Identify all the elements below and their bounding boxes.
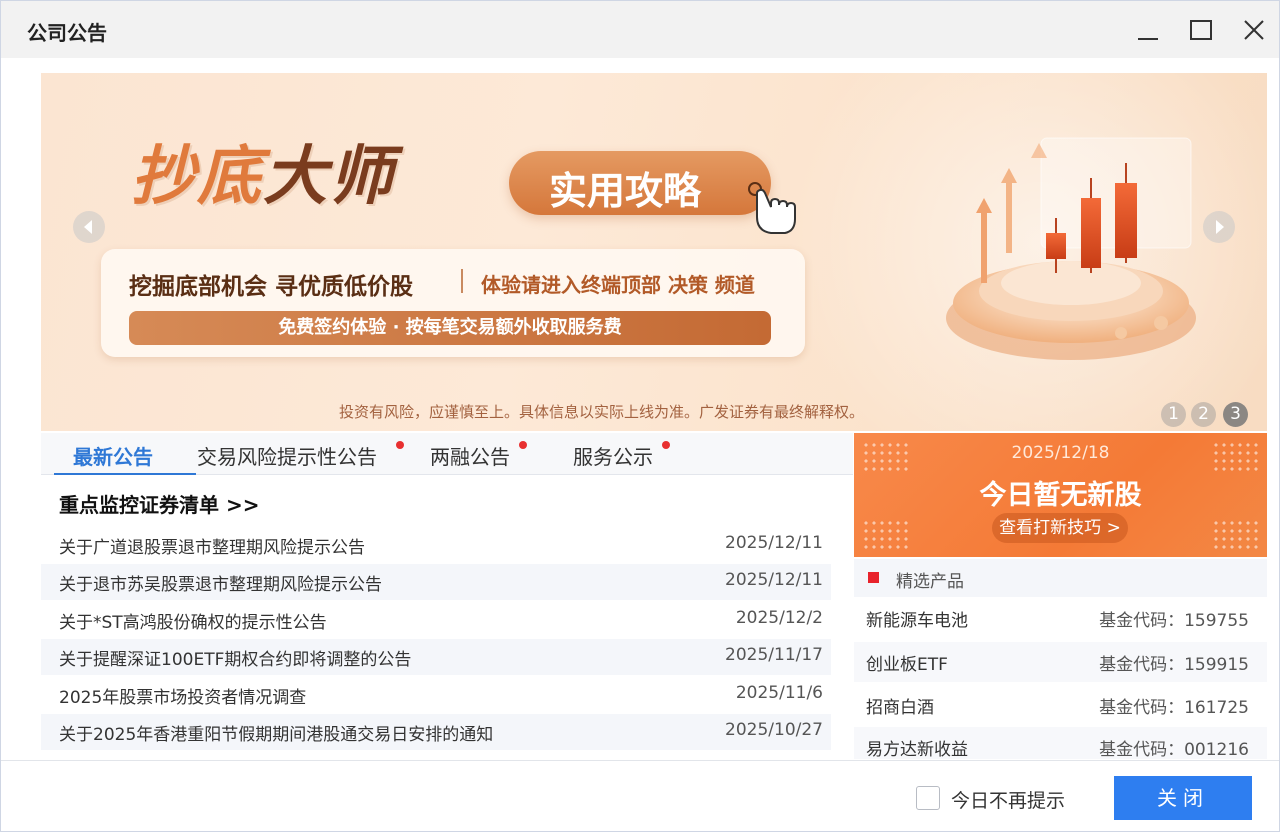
- products-header-label: 精选产品: [896, 572, 964, 592]
- red-square-icon: [868, 572, 879, 583]
- title-bar: 公司公告: [1, 1, 1279, 58]
- maximize-button[interactable]: [1183, 13, 1219, 47]
- product-name: 易方达新收益: [866, 740, 968, 759]
- key-monitor-list-link[interactable]: 重点监控证券清单 >>: [59, 489, 259, 518]
- product-name: 创业板ETF: [866, 655, 948, 675]
- notice-title: 关于退市苏吴股票退市整理期风险提示公告: [59, 575, 382, 595]
- product-name: 新能源车电池: [866, 611, 968, 631]
- notice-row[interactable]: 关于退市苏吴股票退市整理期风险提示公告 2025/12/11: [41, 564, 831, 600]
- unread-dot: [396, 441, 404, 449]
- notice-title: 关于广道退股票退市整理期风险提示公告: [59, 538, 365, 558]
- promo-banner[interactable]: 抄底大师 实用攻略 挖掘底部机会 寻优质低价股 体验请进入终端顶部 决策 频道 …: [41, 73, 1267, 431]
- product-code: 基金代码：001216: [1099, 740, 1249, 759]
- notice-title: 2025年股票市场投资者情况调查: [59, 688, 307, 708]
- product-code: 基金代码：159915: [1099, 655, 1249, 675]
- product-item[interactable]: 易方达新收益 基金代码：001216: [854, 727, 1267, 759]
- notice-row[interactable]: 关于广道退股票退市整理期风险提示公告 2025/12/11: [41, 527, 831, 563]
- notice-date: 2025/11/6: [735, 683, 823, 703]
- product-item[interactable]: 新能源车电池 基金代码：159755: [854, 598, 1267, 638]
- tab-margin-trading[interactable]: 两融公告: [430, 441, 510, 470]
- announcement-window: 公司公告 抄底大师 实用攻略 挖掘底部机会 寻优质低价股 体验请进入终端顶部 决…: [0, 0, 1280, 832]
- notice-date: 2025/11/17: [725, 645, 823, 665]
- dont-show-today-label[interactable]: 今日不再提示: [951, 786, 1065, 813]
- tab-risk-notice[interactable]: 交易风险提示性公告: [197, 441, 377, 470]
- notice-row[interactable]: 2025年股票市场投资者情况调查 2025/11/6: [41, 677, 831, 713]
- banner-headline: 抄底大师: [131, 140, 395, 214]
- chevron-left-icon: [84, 220, 92, 234]
- unread-dot: [519, 441, 527, 449]
- pointer-hand-icon: [748, 182, 796, 234]
- active-tab-indicator: [54, 473, 196, 475]
- product-code: 基金代码：159755: [1099, 611, 1249, 631]
- notice-row[interactable]: 关于*ST高鸿股份确权的提示性公告 2025/12/2: [41, 602, 831, 638]
- maximize-icon: [1190, 20, 1212, 40]
- tab-service-notice[interactable]: 服务公示: [573, 441, 653, 470]
- ipo-tips-button[interactable]: 查看打新技巧 >: [992, 513, 1128, 543]
- notice-date: 2025/12/2: [735, 608, 823, 628]
- product-code: 基金代码：161725: [1099, 698, 1249, 718]
- notice-date: 2025/12/11: [725, 570, 823, 590]
- footer-divider: [1, 760, 1279, 761]
- ipo-date: 2025/12/18: [1011, 443, 1110, 463]
- notice-row[interactable]: 关于2025年香港重阳节假期期间港股通交易日安排的通知 2025/10/27: [41, 714, 831, 750]
- close-window-button[interactable]: [1236, 13, 1272, 47]
- notice-date: 2025/12/11: [725, 533, 823, 553]
- ipo-title: 今日暂无新股: [979, 480, 1142, 511]
- products-header: 精选产品: [854, 559, 1267, 597]
- tab-latest[interactable]: 最新公告: [73, 441, 153, 470]
- banner-page-1[interactable]: 1: [1161, 402, 1186, 427]
- banner-prev-button[interactable]: [73, 211, 105, 243]
- banner-card-bar: 免费签约体验 · 按每笔交易额外收取服务费: [129, 311, 771, 345]
- unread-dot: [662, 441, 670, 449]
- close-button[interactable]: 关闭: [1114, 776, 1252, 820]
- banner-disclaimer: 投资有风险，应谨慎至上。具体信息以实际上线为准。广发证券有最终解释权。: [339, 403, 865, 421]
- notice-title: 关于提醒深证100ETF期权合约即将调整的公告: [59, 650, 412, 670]
- close-icon: [1244, 20, 1264, 40]
- banner-page-2[interactable]: 2: [1191, 402, 1216, 427]
- dont-show-today-checkbox[interactable]: [916, 786, 940, 810]
- product-name: 招商白酒: [866, 698, 934, 718]
- minimize-button[interactable]: [1130, 13, 1166, 47]
- candlestick-platform-illustration: [946, 137, 1196, 360]
- product-item[interactable]: 创业板ETF 基金代码：159915: [854, 642, 1267, 682]
- notice-date: 2025/10/27: [725, 720, 823, 740]
- ipo-card[interactable]: 2025/12/18 今日暂无新股 查看打新技巧 >: [854, 433, 1267, 557]
- window-title: 公司公告: [27, 21, 107, 45]
- banner-card-title: 挖掘底部机会 寻优质低价股: [129, 274, 414, 300]
- minimize-icon: [1138, 38, 1158, 40]
- product-item[interactable]: 招商白酒 基金代码：161725: [854, 685, 1267, 725]
- notice-title: 关于2025年香港重阳节假期期间港股通交易日安排的通知: [59, 725, 494, 745]
- banner-card-subtitle: 体验请进入终端顶部 决策 频道: [481, 273, 755, 297]
- banner-page-3[interactable]: 3: [1223, 402, 1248, 427]
- notice-row[interactable]: 关于提醒深证100ETF期权合约即将调整的公告 2025/11/17: [41, 639, 831, 675]
- announcement-tabs: 最新公告 交易风险提示性公告 两融公告 服务公示: [41, 433, 853, 475]
- banner-info-card: 挖掘底部机会 寻优质低价股 体验请进入终端顶部 决策 频道 免费签约体验 · 按…: [101, 249, 805, 357]
- notice-title: 关于*ST高鸿股份确权的提示性公告: [59, 613, 327, 633]
- banner-guide-button[interactable]: 实用攻略: [509, 151, 771, 215]
